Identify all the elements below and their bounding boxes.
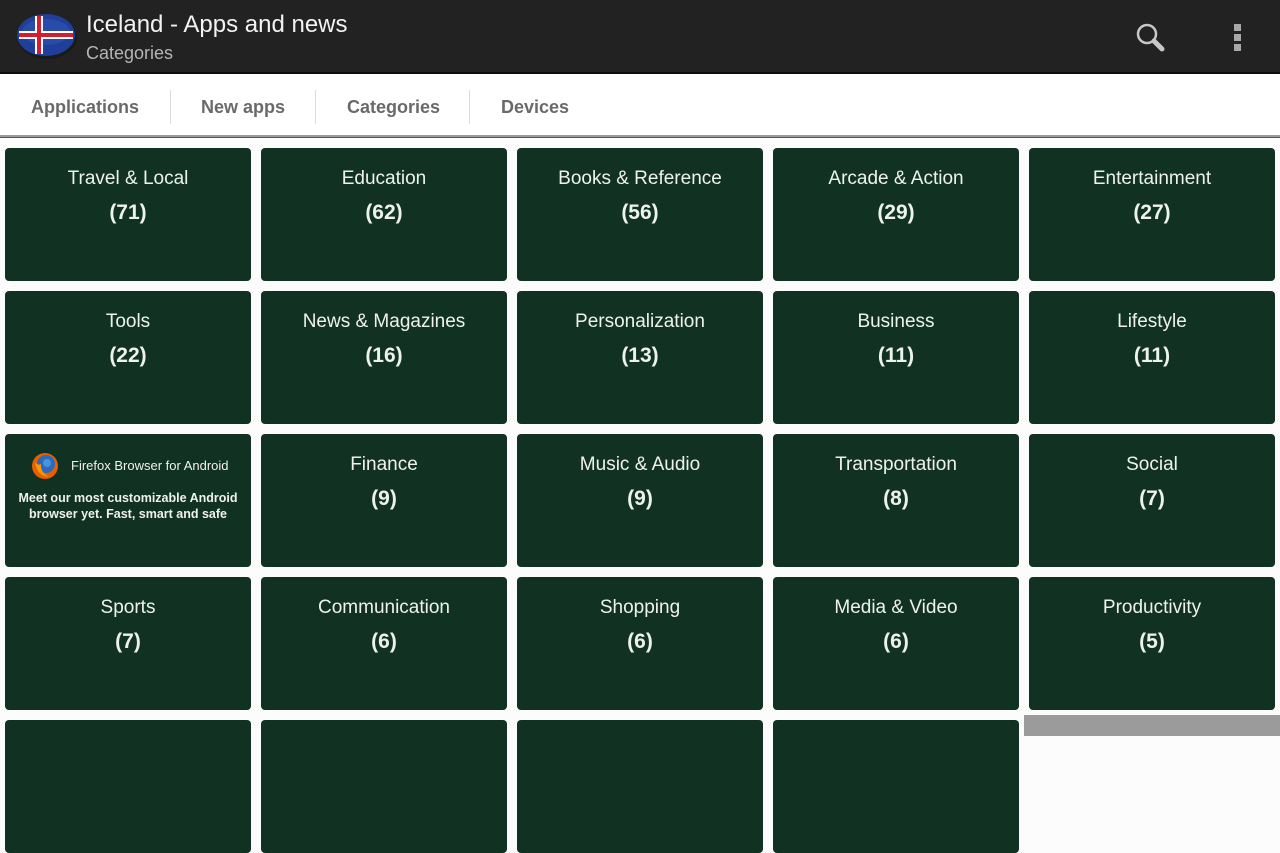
tab-divider bbox=[170, 90, 171, 124]
search-icon bbox=[1136, 23, 1165, 52]
category-name: Books & Reference bbox=[558, 168, 722, 189]
category-name: News & Magazines bbox=[302, 311, 466, 332]
category-tile[interactable] bbox=[5, 720, 251, 853]
search-button[interactable] bbox=[1130, 18, 1170, 58]
category-tile[interactable]: Social (7) bbox=[1029, 434, 1275, 567]
category-count: (29) bbox=[877, 201, 915, 224]
category-count: (62) bbox=[365, 201, 403, 224]
category-name: Finance bbox=[350, 454, 418, 475]
category-count: (56) bbox=[621, 201, 659, 224]
category-name: Communication bbox=[318, 597, 450, 618]
category-tile[interactable]: Finance (9) bbox=[261, 434, 507, 567]
category-name: Tools bbox=[105, 311, 151, 332]
category-tile[interactable]: Travel & Local (71) bbox=[5, 148, 251, 281]
category-count: (7) bbox=[1139, 487, 1165, 510]
category-count: (6) bbox=[371, 630, 397, 653]
category-count: (22) bbox=[109, 344, 147, 367]
category-name: Education bbox=[341, 168, 427, 189]
tab-new-apps[interactable]: New apps bbox=[201, 74, 285, 135]
category-name: Lifestyle bbox=[1117, 311, 1187, 332]
category-count: (11) bbox=[877, 344, 915, 367]
category-tile[interactable]: Music & Audio (9) bbox=[517, 434, 763, 567]
category-count: (16) bbox=[365, 344, 403, 367]
category-tile[interactable]: Arcade & Action (29) bbox=[773, 148, 1019, 281]
ad-tile[interactable]: Firefox Browser for Android Meet our most… bbox=[5, 434, 251, 567]
category-count: (9) bbox=[627, 487, 653, 510]
category-tile[interactable]: Productivity (5) bbox=[1029, 577, 1275, 710]
category-tile[interactable]: Business (11) bbox=[773, 291, 1019, 424]
category-tile[interactable]: Transportation (8) bbox=[773, 434, 1019, 567]
category-tile[interactable]: Entertainment (27) bbox=[1029, 148, 1275, 281]
category-name: Productivity bbox=[1102, 597, 1202, 618]
app-title: Iceland - Apps and news bbox=[86, 11, 348, 38]
action-bar: Iceland - Apps and news Categories bbox=[0, 0, 1280, 74]
category-tile[interactable] bbox=[517, 720, 763, 853]
tab-devices[interactable]: Devices bbox=[501, 74, 569, 135]
category-count: (6) bbox=[883, 630, 909, 653]
tab-categories[interactable]: Categories bbox=[347, 74, 440, 135]
category-tile[interactable]: Education (62) bbox=[261, 148, 507, 281]
category-tile[interactable]: Lifestyle (11) bbox=[1029, 291, 1275, 424]
category-name: Travel & Local bbox=[67, 168, 189, 189]
category-name: Personalization bbox=[575, 311, 705, 332]
category-tile[interactable]: Media & Video (6) bbox=[773, 577, 1019, 710]
category-name: Social bbox=[1126, 454, 1178, 475]
tab-bar: Applications New apps Categories Devices bbox=[0, 74, 1280, 138]
category-tile[interactable]: Sports (7) bbox=[5, 577, 251, 710]
category-name: Music & Audio bbox=[579, 454, 701, 475]
category-tile[interactable]: News & Magazines (16) bbox=[261, 291, 507, 424]
category-name: Sports bbox=[100, 597, 156, 618]
category-name: Shopping bbox=[599, 597, 681, 618]
screen-subtitle: Categories bbox=[86, 43, 174, 63]
tab-applications[interactable]: Applications bbox=[31, 74, 139, 135]
category-name: Media & Video bbox=[834, 597, 958, 618]
overflow-menu-icon bbox=[1234, 24, 1241, 51]
category-name: Arcade & Action bbox=[828, 168, 964, 189]
category-count: (7) bbox=[115, 630, 141, 653]
category-count: (8) bbox=[883, 487, 909, 510]
category-tile[interactable] bbox=[773, 720, 1019, 853]
category-tile[interactable]: Books & Reference (56) bbox=[517, 148, 763, 281]
category-tile[interactable]: Personalization (13) bbox=[517, 291, 763, 424]
category-count: (11) bbox=[1133, 344, 1171, 367]
category-count: (9) bbox=[371, 487, 397, 510]
tab-divider bbox=[469, 90, 470, 124]
category-tile[interactable] bbox=[261, 720, 507, 853]
iceland-flag-icon bbox=[17, 14, 77, 59]
category-tile[interactable]: Tools (22) bbox=[5, 291, 251, 424]
category-count: (13) bbox=[621, 344, 659, 367]
category-name: Entertainment bbox=[1092, 168, 1212, 189]
category-count: (71) bbox=[109, 201, 147, 224]
firefox-icon bbox=[32, 453, 58, 479]
scroll-placeholder bbox=[1024, 715, 1280, 736]
category-count: (5) bbox=[1139, 630, 1165, 653]
category-count: (27) bbox=[1133, 201, 1171, 224]
ad-description: Meet our most customizable Android brows… bbox=[18, 491, 238, 521]
category-name: Business bbox=[857, 311, 935, 332]
category-tile[interactable]: Shopping (6) bbox=[517, 577, 763, 710]
category-name: Transportation bbox=[835, 454, 957, 475]
ad-title: Firefox Browser for Android bbox=[71, 458, 229, 473]
category-count: (6) bbox=[627, 630, 653, 653]
category-tile[interactable]: Communication (6) bbox=[261, 577, 507, 710]
overflow-menu-button[interactable] bbox=[1222, 18, 1254, 58]
tab-divider bbox=[315, 90, 316, 124]
